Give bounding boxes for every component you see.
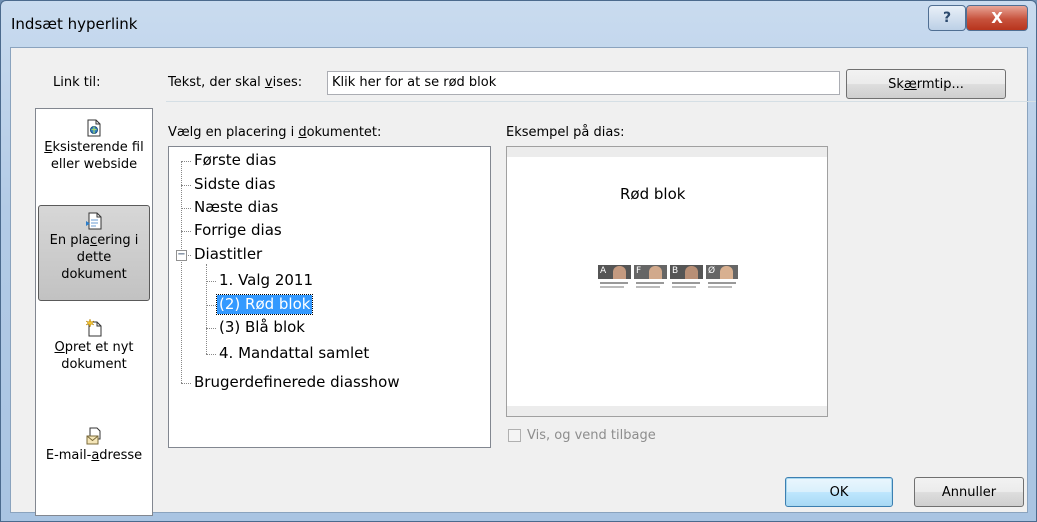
portrait-letter: F — [636, 266, 642, 276]
collapse-toggle-icon[interactable]: − — [176, 250, 187, 261]
link-email-address[interactable]: E-mail-adresse — [38, 427, 150, 471]
separator-line — [166, 101, 1036, 102]
link-place-in-document[interactable]: En placering i dette dokument — [38, 205, 150, 301]
tree-item-first-slide[interactable]: Første dias — [192, 151, 278, 170]
link-to-label: Link til: — [53, 75, 101, 90]
tree-item-custom-shows[interactable]: Brugerdefinerede diasshow — [192, 373, 402, 392]
slide-preview-title: Rød blok — [620, 185, 686, 203]
link-existing-file[interactable]: Eksisterende fil eller webside — [38, 119, 150, 177]
portrait-letter: A — [600, 266, 607, 276]
document-place-tree[interactable]: Første dias Sidste dias Næste dias Forri… — [168, 146, 491, 448]
existing-file-icon — [87, 119, 101, 137]
help-icon: ? — [942, 10, 952, 26]
hyperlink-dialog: Indsæt hyperlink ? X Link til: Eksistere… — [0, 0, 1037, 522]
portrait-letter: Ø — [708, 266, 716, 276]
link-to-panel: Eksisterende fil eller webside En placer… — [35, 108, 153, 516]
help-button[interactable]: ? — [928, 5, 966, 31]
tree-item-slide-1[interactable]: 1. Valg 2011 — [217, 271, 315, 290]
link-new-document[interactable]: Opret et nyt dokument — [38, 319, 150, 377]
place-in-document-label: Vælg en placering i dokumentet: — [168, 125, 382, 140]
dialog-title: Indsæt hyperlink — [11, 15, 138, 33]
slide-preview-label: Eksempel på dias: — [506, 125, 625, 140]
place-in-document-icon — [86, 212, 102, 230]
title-bar[interactable]: Indsæt hyperlink ? X — [1, 1, 1036, 45]
tree-item-slide-2[interactable]: (2) Rød blok — [215, 294, 314, 315]
new-document-icon — [86, 319, 102, 337]
close-button[interactable]: X — [966, 5, 1028, 31]
tree-item-previous-slide[interactable]: Forrige dias — [192, 221, 284, 240]
show-and-return-checkbox[interactable] — [508, 429, 521, 442]
slide-preview: Rød blok A F B Ø — [506, 146, 828, 417]
show-and-return-label: Vis, og vend tilbage — [527, 428, 656, 443]
tree-item-slide-4[interactable]: 4. Mandattal samlet — [217, 344, 371, 363]
tree-item-next-slide[interactable]: Næste dias — [192, 198, 280, 217]
close-icon: X — [991, 9, 1003, 27]
tree-item-slide-3[interactable]: (3) Blå blok — [217, 318, 307, 337]
text-to-display-label: Tekst, der skal vises: — [168, 75, 303, 90]
portrait-letter: B — [672, 266, 679, 276]
slide-thumbnail-portraits: A F B Ø — [598, 265, 738, 291]
ok-button[interactable]: OK — [785, 477, 893, 507]
text-to-display-input[interactable]: Klik her for at se rød blok — [327, 71, 840, 95]
email-icon — [86, 427, 101, 445]
cancel-button[interactable]: Annuller — [914, 477, 1024, 507]
tree-item-slide-titles[interactable]: Diastitler — [192, 245, 264, 264]
tree-item-last-slide[interactable]: Sidste dias — [192, 175, 278, 194]
screentip-button[interactable]: Sk æ rmtip... — [846, 69, 1006, 99]
